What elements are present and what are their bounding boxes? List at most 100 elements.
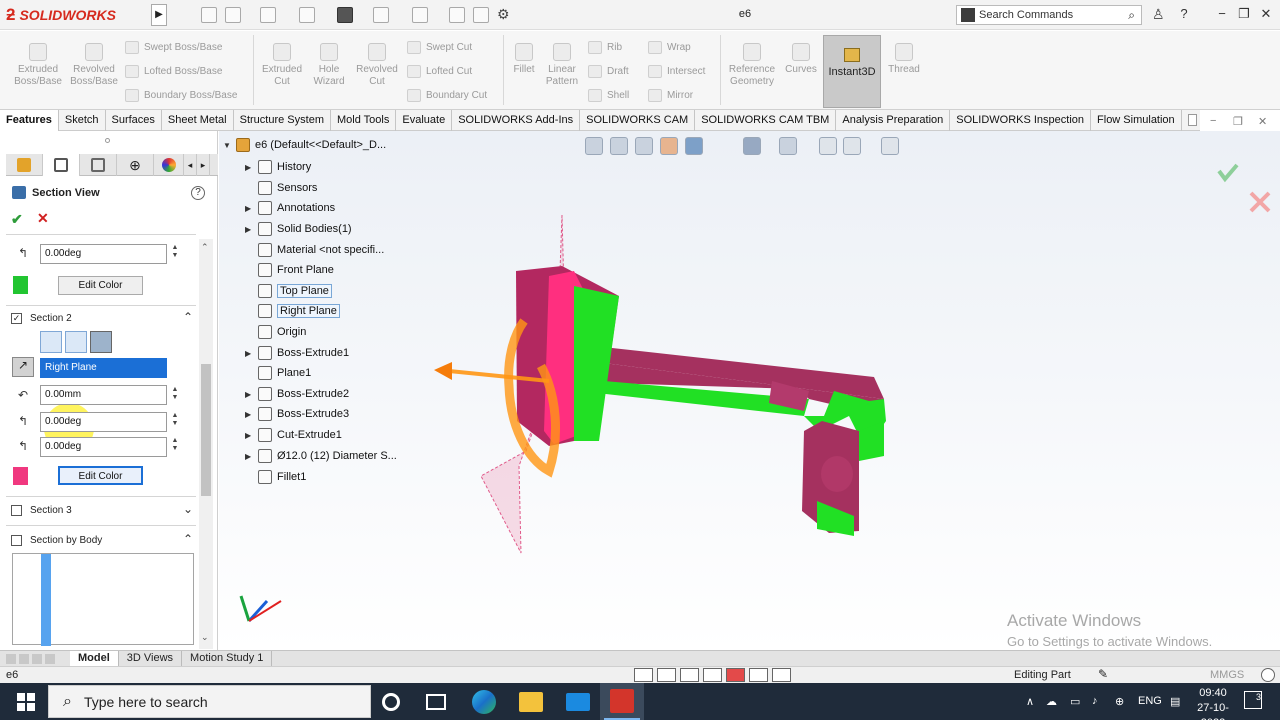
tree-item-7[interactable]: Right Plane	[245, 302, 340, 320]
thread-button[interactable]: Thread	[884, 43, 924, 76]
extruded-cut-button[interactable]: Extruded Cut	[256, 43, 308, 88]
language-indicator[interactable]: ENG	[1138, 695, 1162, 707]
curves-button[interactable]: Curves	[782, 43, 820, 76]
tabs-overflow-icon[interactable]	[1188, 114, 1197, 126]
tree-item-5[interactable]: Front Plane	[245, 261, 334, 279]
expand-arrow-icon[interactable]: ▶	[245, 431, 253, 440]
tab-property-manager[interactable]	[43, 154, 80, 176]
tree-item-2[interactable]: ▶ Annotations	[245, 199, 335, 217]
section2-edit-color-button[interactable]: Edit Color	[58, 466, 143, 485]
tab-features[interactable]: Features	[0, 110, 59, 131]
action-center-icon[interactable]: 3	[1244, 691, 1262, 709]
select-icon[interactable]	[412, 7, 428, 23]
section2-plane-field[interactable]: Right Plane	[40, 358, 167, 378]
cortana-icon[interactable]	[382, 693, 400, 711]
tab-solidworks-cam[interactable]: SOLIDWORKS CAM	[580, 110, 696, 131]
section-view-hud-icon[interactable]	[660, 137, 678, 155]
search-icon[interactable]: ⌕	[1128, 8, 1135, 23]
tree-item-13[interactable]: ▶ Cut-Extrude1	[245, 426, 342, 444]
reverse-direction-icon[interactable]: ↗	[12, 357, 34, 377]
section1-edit-color-button[interactable]: Edit Color	[58, 276, 143, 295]
chevron-up-icon[interactable]: ⌃	[183, 532, 193, 546]
cancel-x-icon[interactable]: ✕	[37, 210, 49, 227]
revolved-cut-button[interactable]: Revolved Cut	[352, 43, 402, 88]
section2-header[interactable]: ✓ Section 2 ⌃	[11, 308, 197, 328]
rebuild-status-icon[interactable]	[634, 668, 653, 682]
section1-angle-field[interactable]: 0.00deg	[40, 244, 167, 264]
ok-checkmark-icon[interactable]: ✔	[11, 211, 23, 228]
tab-sketch[interactable]: Sketch	[59, 110, 106, 131]
save-icon[interactable]	[299, 7, 315, 23]
section-by-body-header[interactable]: Section by Body ⌃	[11, 530, 197, 550]
boundary-cut-button[interactable]: Boundary Cut	[407, 89, 487, 102]
tree-item-4[interactable]: Material <not specifi...	[245, 241, 384, 259]
model-view-canvas[interactable]	[219, 131, 1280, 650]
taskbar-search-box[interactable]: ⌕ Type here to search	[48, 685, 371, 718]
boundary-boss-button[interactable]: Boundary Boss/Base	[125, 89, 237, 102]
extruded-boss-button[interactable]: Extruded Boss/Base	[12, 43, 64, 88]
expand-arrow-icon[interactable]: ▶	[245, 349, 253, 358]
tree-item-1[interactable]: Sensors	[245, 179, 317, 197]
bottom-tab-model[interactable]: Model	[70, 650, 119, 667]
view-settings-icon[interactable]	[881, 137, 899, 155]
tab-solidworks-cam-tbm[interactable]: SOLIDWORKS CAM TBM	[695, 110, 837, 131]
edit-appearance-icon[interactable]	[819, 137, 837, 155]
doc-minimize-button[interactable]: −	[1210, 115, 1216, 127]
tree-item-12[interactable]: ▶ Boss-Extrude3	[245, 405, 349, 423]
intersect-button[interactable]: Intersect	[648, 65, 705, 78]
restore-button[interactable]: ❐	[1234, 6, 1254, 24]
lofted-boss-button[interactable]: Lofted Boss/Base	[125, 65, 222, 78]
menu-expand-icon[interactable]: ▶	[151, 4, 167, 26]
tabs-prev-icon[interactable]: ◂	[184, 154, 197, 176]
cloud-icon[interactable]: ☁	[1046, 695, 1057, 708]
scroll-down-icon[interactable]: ⌄	[201, 632, 209, 643]
expand-arrow-icon[interactable]: ▶	[245, 163, 253, 172]
tab-solidworks-add-ins[interactable]: SOLIDWORKS Add-Ins	[452, 110, 581, 131]
expand-arrow-icon[interactable]: ▶	[245, 225, 253, 234]
appearance-icon[interactable]	[726, 668, 745, 682]
tree-item-9[interactable]: ▶ Boss-Extrude1	[245, 344, 349, 362]
rebuild-needed-icon[interactable]: ✎	[1098, 667, 1108, 681]
section2-angle-y-field[interactable]: 0.00deg	[40, 437, 167, 457]
translation-arrow-head[interactable]	[434, 362, 452, 380]
rebuild-icon[interactable]	[449, 7, 465, 23]
bottom-tab-3d-views[interactable]: 3D Views	[119, 650, 183, 667]
reference-geometry-button[interactable]: Reference Geometry	[724, 43, 780, 88]
section-plane-front-icon[interactable]	[40, 331, 62, 353]
new-file-icon[interactable]	[225, 7, 241, 23]
hide-show-items-icon[interactable]	[779, 137, 797, 155]
close-button[interactable]: ✕	[1256, 6, 1276, 24]
home-icon[interactable]	[201, 7, 217, 23]
chevron-down-icon[interactable]: ⌄	[183, 502, 193, 516]
task-view-icon[interactable]	[426, 694, 446, 710]
print-icon[interactable]	[337, 7, 353, 23]
design-checker-icon[interactable]	[703, 668, 722, 682]
tree-item-15[interactable]: Fillet1	[245, 468, 306, 486]
solidworks-logo[interactable]: ƻ SOLIDWORKS	[6, 3, 146, 27]
draft-button[interactable]: Draft	[588, 65, 629, 78]
tab-display-manager[interactable]	[154, 154, 184, 176]
graphics-area[interactable]: ▼ e6 (Default<<Default>_D... ▶ History Sen…	[219, 131, 1280, 650]
section2-offset-spinner[interactable]: ▲ ▼	[170, 386, 180, 402]
tab-dimxpert[interactable]: ⊕	[117, 154, 154, 176]
bottom-tab-motion-study-1[interactable]: Motion Study 1	[182, 650, 273, 667]
expand-arrow-icon[interactable]: ▶	[245, 204, 253, 213]
panel-scroll-thumb[interactable]	[201, 364, 211, 496]
panel-grip-icon[interactable]	[105, 138, 110, 143]
search-commands-input[interactable]: Search Commands ⌕	[956, 5, 1142, 25]
tabs-next-icon[interactable]: ▸	[197, 154, 210, 176]
wrap-button[interactable]: Wrap	[648, 41, 691, 54]
doc-close-button[interactable]: ✕	[1258, 115, 1267, 128]
swept-boss-button[interactable]: Swept Boss/Base	[125, 41, 222, 54]
mail-icon[interactable]	[566, 693, 590, 711]
tab-configuration-manager[interactable]	[80, 154, 117, 176]
tree-item-6[interactable]: Top Plane	[245, 282, 332, 300]
section-plane-right-icon[interactable]	[90, 331, 112, 353]
mirror-button[interactable]: Mirror	[648, 89, 693, 102]
taskbar-clock[interactable]: 09:40 27-10-2022	[1188, 686, 1238, 720]
user-icon[interactable]: ♙	[1152, 6, 1165, 23]
section2-angle-x-field[interactable]: 0.00deg	[40, 412, 167, 432]
expand-arrow-icon[interactable]: ▶	[245, 410, 253, 419]
folder-icon[interactable]	[680, 668, 699, 682]
notes-icon[interactable]	[772, 668, 791, 682]
